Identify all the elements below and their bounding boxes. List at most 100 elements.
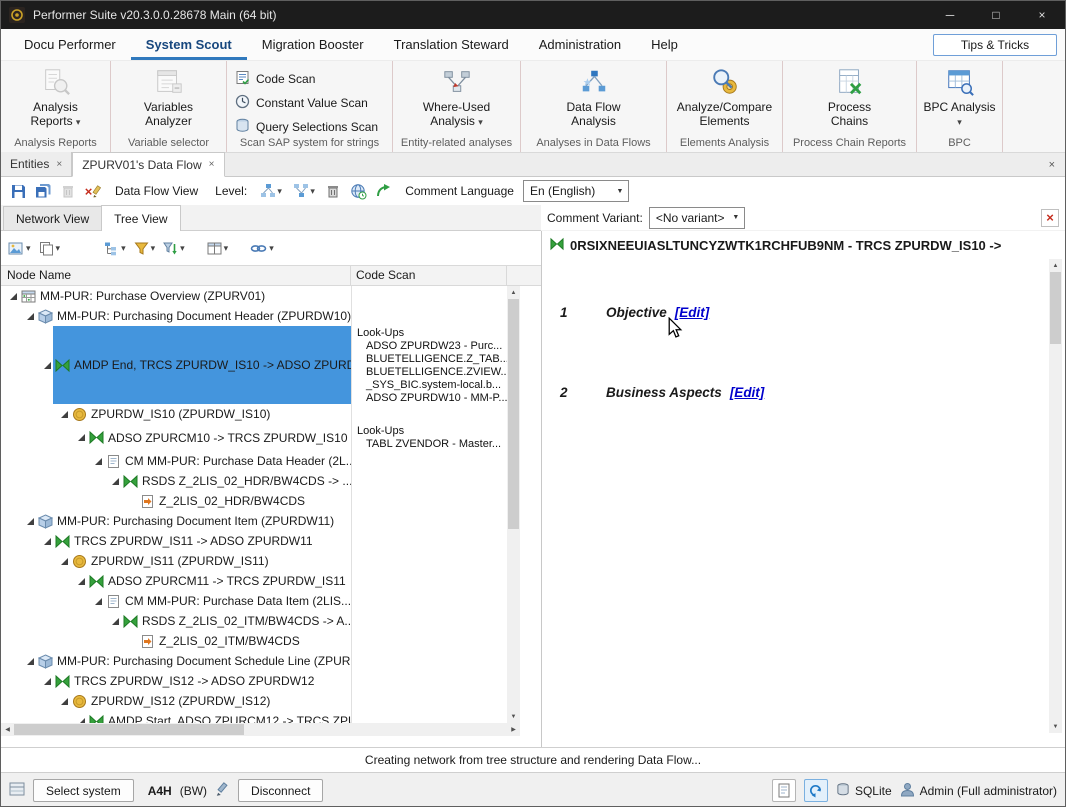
tree-expander-icon[interactable]	[58, 410, 70, 419]
tab-system-scout[interactable]: System Scout	[131, 29, 247, 60]
tree-expander-icon[interactable]	[58, 557, 70, 566]
tree-row[interactable]: CM MM-PUR: Purchase Data Item (2LIS...	[1, 591, 507, 611]
remove-data-flow-button[interactable]: ×	[82, 180, 104, 202]
column-header-code-scan[interactable]: Code Scan	[351, 266, 507, 285]
process-chains-button[interactable]: Process Chains	[783, 66, 916, 128]
analyze-compare-elements-button[interactable]: Analyze/Compare Elements	[667, 66, 782, 128]
tab-administration[interactable]: Administration	[524, 29, 636, 60]
delete-button[interactable]	[57, 180, 79, 202]
scroll-down-icon[interactable]: ▼	[1049, 720, 1062, 733]
link-dropdown[interactable]: ▾	[247, 236, 277, 260]
tree-expander-icon[interactable]	[109, 617, 121, 626]
filter-dropdown[interactable]: ▾	[131, 236, 159, 260]
tree-row[interactable]: RSDS Z_2LIS_02_ITM/BW4CDS -> A...	[1, 611, 507, 631]
scroll-up-icon[interactable]: ▲	[1049, 259, 1062, 272]
tree-row[interactable]: ADSO ZPURCM11 -> TRCS ZPURDW_IS11	[1, 571, 507, 591]
tab-close-icon[interactable]: ×	[209, 159, 215, 170]
variables-analyzer-button[interactable]: Variables Analyzer	[111, 66, 226, 128]
data-flow-analysis-button[interactable]: Data Flow Analysis	[521, 66, 666, 128]
doc-tab-zpurv01-data-flow[interactable]: ZPURV01's Data Flow ×	[72, 152, 224, 177]
query-selections-scan-button[interactable]: Query Selections Scan	[235, 116, 384, 138]
tree-row[interactable]: TRCS ZPURDW_IS12 -> ADSO ZPURDW12	[1, 671, 507, 691]
tree-row[interactable]: ZPURDW_IS11 (ZPURDW_IS11)	[1, 551, 507, 571]
close-comment-panel-button[interactable]: ×	[1041, 209, 1059, 227]
tree-vertical-scrollbar[interactable]: ▲ ▼	[507, 286, 520, 723]
tab-network-view[interactable]: Network View	[3, 206, 102, 230]
comment-variant-select[interactable]: <No variant> ▼	[649, 207, 745, 229]
export-comments-icon[interactable]	[372, 180, 394, 202]
tree-expander-icon[interactable]	[24, 657, 36, 666]
scroll-up-icon[interactable]: ▲	[507, 286, 520, 299]
tips-and-tricks-button[interactable]: Tips & Tricks	[933, 34, 1057, 56]
tree-row[interactable]: MM-PUR: Purchasing Document Schedule Lin…	[1, 651, 507, 671]
tab-migration-booster[interactable]: Migration Booster	[247, 29, 379, 60]
scroll-track[interactable]	[507, 299, 520, 710]
tree-row[interactable]: AMDP End, TRCS ZPURDW_IS10 -> ADSO ZPURD…	[1, 326, 507, 404]
disconnect-button[interactable]: Disconnect	[238, 779, 323, 802]
tree-expander-icon[interactable]	[7, 292, 19, 301]
tree-expander-icon[interactable]	[75, 433, 87, 442]
tab-translation-steward[interactable]: Translation Steward	[379, 29, 524, 60]
minimize-button[interactable]: ─	[927, 1, 973, 29]
refresh-button[interactable]	[804, 779, 828, 802]
doc-tab-entities[interactable]: Entities ×	[1, 152, 72, 176]
log-page-button[interactable]	[772, 779, 796, 802]
scroll-thumb[interactable]	[1050, 272, 1061, 344]
tree-row[interactable]: AMDP Start, ADSO ZPURCM12 -> TRCS ZPU...	[1, 711, 507, 723]
tree-expander-icon[interactable]	[92, 457, 104, 466]
where-used-analysis-button[interactable]: Where-Used Analysis ▾	[393, 66, 520, 129]
column-header-node-name[interactable]: Node Name	[1, 266, 351, 285]
tree-expander-icon[interactable]	[75, 577, 87, 586]
maximize-button[interactable]: □	[973, 1, 1019, 29]
language-globe-icon[interactable]	[347, 180, 369, 202]
tree-expander-icon[interactable]	[58, 697, 70, 706]
scroll-track[interactable]	[1049, 272, 1062, 720]
tree-expander-icon[interactable]	[24, 312, 36, 321]
tree-row[interactable]: MM-PUR: Purchasing Document Header (ZPUR…	[1, 306, 507, 326]
tab-close-icon[interactable]: ×	[56, 159, 62, 170]
level-down-dropdown[interactable]: ▾	[289, 180, 319, 202]
tree-row[interactable]: TRCS ZPURDW_IS11 -> ADSO ZPURDW11	[1, 531, 507, 551]
columns-dropdown[interactable]: ▾	[204, 236, 232, 260]
tree-expander-icon[interactable]	[109, 477, 121, 486]
scroll-left-icon[interactable]: ◀	[1, 723, 14, 736]
level-up-dropdown[interactable]: ▾	[256, 180, 286, 202]
select-system-button[interactable]: Select system	[33, 779, 134, 802]
tree-row[interactable]: MM-PUR: Purchase Overview (ZPURV01)	[1, 286, 507, 306]
scroll-down-icon[interactable]: ▼	[507, 710, 520, 723]
delete-comment-button[interactable]	[322, 180, 344, 202]
comment-vertical-scrollbar[interactable]: ▲ ▼	[1049, 259, 1062, 733]
save-button[interactable]	[7, 180, 29, 202]
tree-expander-icon[interactable]	[41, 361, 53, 370]
scroll-thumb[interactable]	[508, 299, 519, 529]
edit-business-aspects-link[interactable]: [Edit]	[730, 385, 765, 400]
tree-row[interactable]: MM-PUR: Purchasing Document Item (ZPURDW…	[1, 511, 507, 531]
tree-horizontal-scrollbar[interactable]: ◀ ▶	[1, 723, 520, 736]
export-image-dropdown[interactable]: ▾	[5, 236, 34, 260]
bpc-analysis-button[interactable]: BPC Analysis ▾	[917, 66, 1002, 129]
comment-language-select[interactable]: En (English) ▼	[523, 180, 629, 202]
tree-row[interactable]: Z_2LIS_02_ITM/BW4CDS	[1, 631, 507, 651]
tree-expander-icon[interactable]	[41, 537, 53, 546]
code-scan-button[interactable]: Code Scan	[235, 68, 384, 90]
close-button[interactable]: ×	[1019, 1, 1065, 29]
edit-system-pen-icon[interactable]	[215, 782, 230, 800]
copy-dropdown[interactable]: ▾	[36, 236, 64, 260]
tree-row[interactable]: CM MM-PUR: Purchase Data Header (2L...	[1, 451, 507, 471]
sort-dropdown[interactable]: ▾	[160, 236, 188, 260]
tree-row[interactable]: ZPURDW_IS12 (ZPURDW_IS12)	[1, 691, 507, 711]
tree-row[interactable]: ZPURDW_IS10 (ZPURDW_IS10)	[1, 404, 507, 424]
tree-row[interactable]: Z_2LIS_02_HDR/BW4CDS	[1, 491, 507, 511]
hierarchy-dropdown[interactable]: ▾	[101, 236, 129, 260]
tree-row[interactable]: ADSO ZPURCM10 -> TRCS ZPURDW_IS10Look-Up…	[1, 424, 507, 451]
tree-row[interactable]: RSDS Z_2LIS_02_HDR/BW4CDS -> ...	[1, 471, 507, 491]
tab-strip-close-icon[interactable]: ×	[1045, 157, 1059, 173]
tab-docu-performer[interactable]: Docu Performer	[9, 29, 131, 60]
scroll-thumb[interactable]	[14, 724, 244, 735]
save-all-button[interactable]	[32, 180, 54, 202]
tab-tree-view[interactable]: Tree View	[101, 205, 180, 231]
tab-help[interactable]: Help	[636, 29, 693, 60]
scroll-track[interactable]	[14, 723, 507, 736]
tree-expander-icon[interactable]	[24, 517, 36, 526]
tree-expander-icon[interactable]	[92, 597, 104, 606]
